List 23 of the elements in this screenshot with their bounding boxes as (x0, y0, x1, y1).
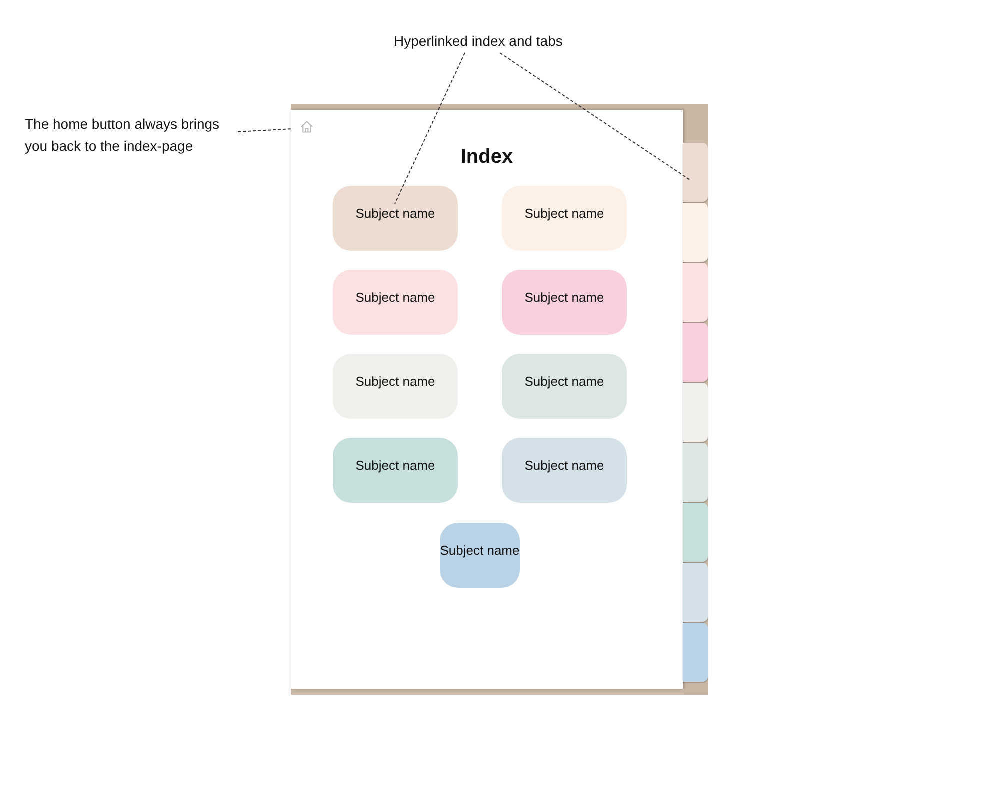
section-tab[interactable] (683, 323, 708, 382)
subject-button[interactable]: Subject name (502, 186, 627, 251)
subject-button[interactable]: Subject name (502, 270, 627, 335)
section-tab[interactable] (683, 443, 708, 502)
section-tab[interactable] (683, 263, 708, 322)
home-icon[interactable] (300, 120, 314, 134)
subject-button[interactable]: Subject name (502, 354, 627, 419)
leader-line (238, 128, 294, 132)
subject-button[interactable]: Subject name (333, 438, 458, 503)
subject-button[interactable]: Subject name (440, 523, 520, 588)
section-tab[interactable] (683, 143, 708, 202)
section-tab[interactable] (683, 203, 708, 262)
page-title: Index (460, 146, 514, 169)
subject-button[interactable]: Subject name (502, 438, 627, 503)
subject-button[interactable]: Subject name (333, 186, 458, 251)
section-tab[interactable] (683, 503, 708, 562)
annotation-text: The home button always brings you back to the index-page (25, 115, 221, 156)
section-tab[interactable] (683, 623, 708, 682)
section-tab[interactable] (683, 383, 708, 442)
subject-button[interactable]: Subject name (333, 354, 458, 419)
section-tab[interactable] (683, 563, 708, 622)
annotation-text: Hyperlinked index and tabs (394, 33, 563, 49)
subject-button[interactable]: Subject name (333, 270, 458, 335)
